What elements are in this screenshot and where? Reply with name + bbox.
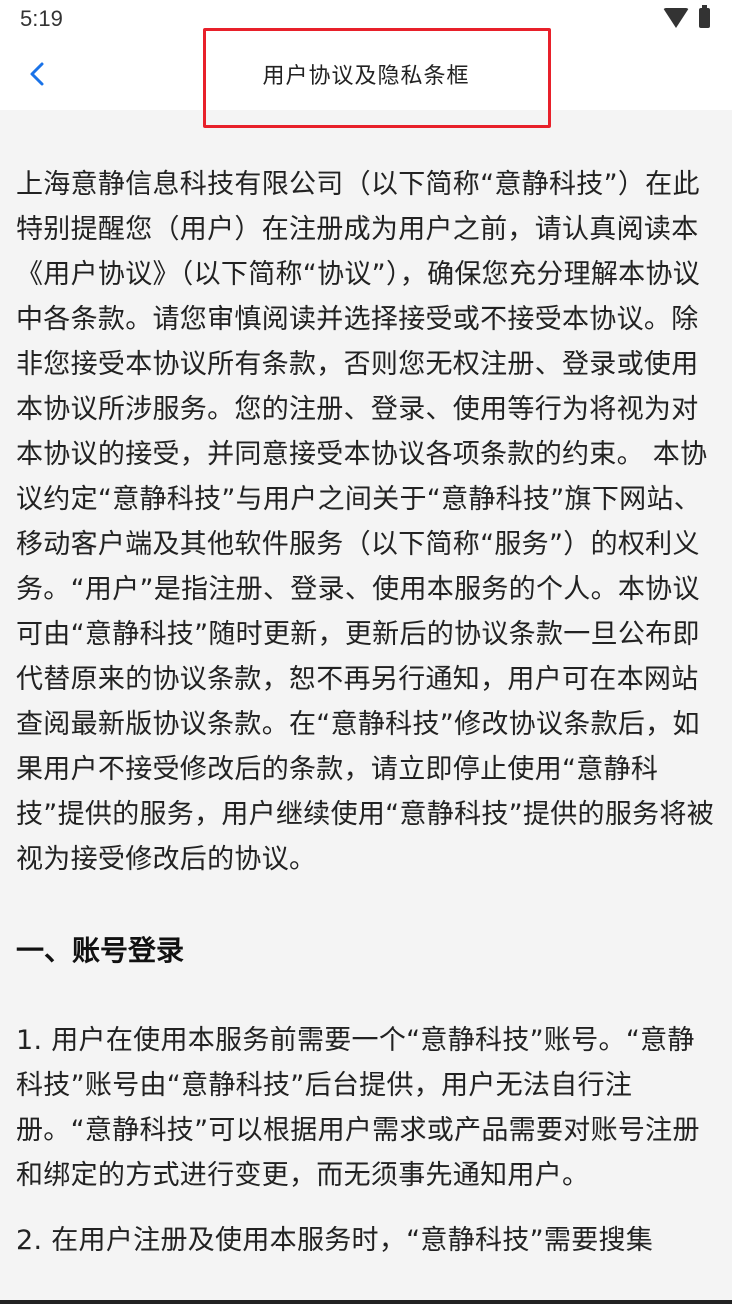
bottom-area <box>0 1256 732 1304</box>
section-item: 2. 在用户注册及使用本服务时，“意静科技”需要搜集 <box>16 1225 654 1256</box>
section-heading: 一、账号登录 <box>16 934 185 967</box>
bottom-divider <box>0 1300 732 1304</box>
nav-bar: 用户协议及隐私条框 <box>0 38 732 110</box>
battery-icon <box>699 5 710 28</box>
status-bar: 5:19 <box>0 0 732 38</box>
agreement-content[interactable]: 上海意静信息科技有限公司（以下简称“意静科技”）在此特别提醒您（用户）在注册成为… <box>0 110 732 1256</box>
page-title: 用户协议及隐私条框 <box>262 64 470 89</box>
section-item: 1. 用户在使用本服务前需要一个“意静科技”账号。“意静科技”账号由“意静科技”… <box>16 1025 700 1191</box>
status-icons <box>663 5 710 28</box>
status-time: 5:19 <box>20 6 63 31</box>
wifi-icon <box>663 8 689 28</box>
agreement-intro: 上海意静信息科技有限公司（以下简称“意静科技”）在此特别提醒您（用户）在注册成为… <box>16 169 715 875</box>
